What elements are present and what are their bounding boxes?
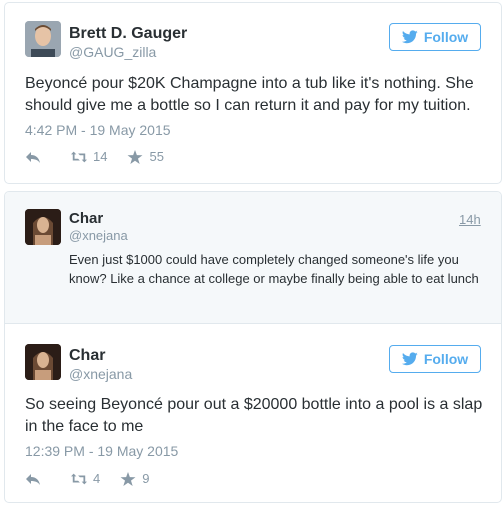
tweet-actions: 14 55 — [25, 149, 184, 164]
twitter-bird-icon — [401, 30, 418, 44]
author-name[interactable]: Char — [69, 347, 105, 365]
tweet-actions: 4 9 — [25, 471, 169, 486]
retweet-button[interactable]: 14 — [71, 149, 107, 164]
avatar[interactable] — [25, 344, 61, 380]
retweet-icon — [71, 473, 87, 484]
reply-icon — [26, 151, 40, 163]
follow-label: Follow — [423, 29, 469, 45]
avatar[interactable] — [25, 209, 61, 245]
favorite-count: 9 — [142, 471, 150, 486]
avatar[interactable] — [25, 21, 61, 57]
retweet-button[interactable]: 4 — [71, 471, 100, 486]
twitter-bird-icon — [401, 352, 418, 366]
tweet-timestamp[interactable]: 4:42 PM - 19 May 2015 — [25, 122, 171, 138]
tweet-timestamp[interactable]: 12:39 PM - 19 May 2015 — [25, 443, 178, 459]
conversation-card-char: Char @xnejana 14h Even just $1000 could … — [4, 191, 502, 503]
author-handle[interactable]: @xnejana — [69, 228, 128, 243]
reply-button[interactable] — [25, 472, 41, 486]
follow-button[interactable]: Follow — [389, 345, 481, 373]
reply-button[interactable] — [25, 150, 41, 164]
parent-tweet[interactable]: Char @xnejana 14h Even just $1000 could … — [5, 192, 501, 324]
reply-icon — [26, 473, 40, 485]
follow-button[interactable]: Follow — [389, 23, 481, 51]
favorite-button[interactable]: 55 — [127, 149, 164, 164]
retweet-count: 14 — [93, 149, 108, 164]
favorite-star-icon — [120, 471, 136, 486]
follow-label: Follow — [423, 351, 469, 367]
relative-time-link[interactable]: 14h — [459, 212, 481, 227]
author-name[interactable]: Brett D. Gauger — [69, 25, 187, 43]
tweet-text: So seeing Beyoncé pour out a $20000 bott… — [25, 396, 483, 435]
author-handle[interactable]: @xnejana — [69, 366, 132, 382]
favorite-star-icon — [128, 149, 143, 164]
tweet-text: Beyoncé pour $20K Champagne into a tub l… — [25, 75, 474, 114]
tweet-card-brett: Brett D. Gauger @GAUG_zilla Follow Beyon… — [4, 2, 502, 184]
retweet-count: 4 — [93, 471, 101, 486]
favorite-count: 55 — [149, 149, 164, 164]
author-name[interactable]: Char — [69, 210, 103, 227]
parent-tweet-text: Even just $1000 could have completely ch… — [69, 252, 479, 286]
retweet-icon — [71, 151, 87, 162]
favorite-button[interactable]: 9 — [120, 471, 149, 486]
author-handle[interactable]: @GAUG_zilla — [69, 44, 156, 60]
